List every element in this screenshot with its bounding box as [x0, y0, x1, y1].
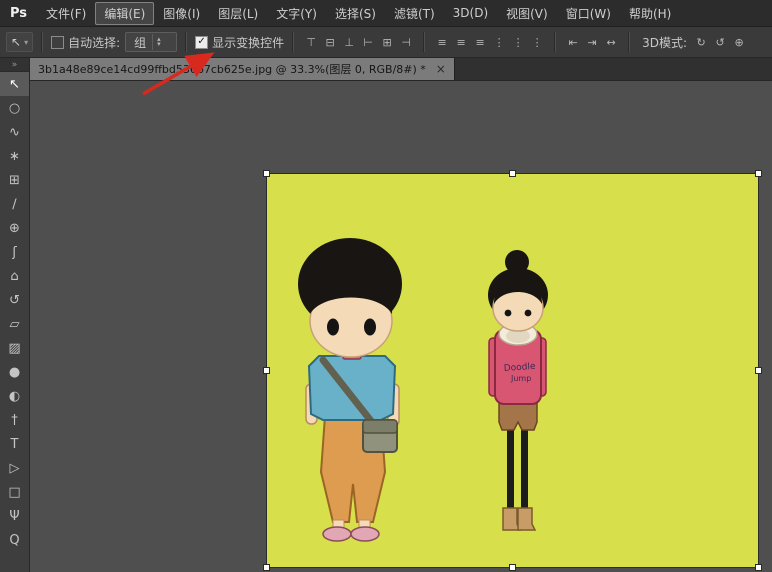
marquee-tool-button[interactable]: ○: [0, 96, 29, 120]
history-brush-tool-button[interactable]: ↺: [0, 288, 29, 312]
distribute-middle-icon[interactable]: ≡: [452, 32, 470, 52]
menu-edit[interactable]: 编辑(E): [95, 2, 154, 25]
transform-handle-top-left[interactable]: [263, 170, 270, 177]
canvas-illustration: Doodle Jump: [267, 174, 758, 567]
checkbox-checked[interactable]: ✓: [195, 36, 208, 49]
move-tool-icon: ↖: [11, 35, 21, 49]
move-tool-button[interactable]: ↖: [0, 72, 29, 96]
align-middle-icon[interactable]: ⊟: [321, 32, 339, 52]
distribute-top-icon[interactable]: ≡: [433, 32, 451, 52]
brush-tool-button[interactable]: ʃ: [0, 240, 29, 264]
healing-brush-tool-button[interactable]: ⊕: [0, 216, 29, 240]
blur-tool-button[interactable]: ●: [0, 360, 29, 384]
type-tool-button[interactable]: T: [0, 432, 29, 456]
girl-character: Doodle Jump: [488, 250, 548, 530]
3d-mode-label: 3D模式:: [642, 34, 687, 51]
clone-stamp-tool-button[interactable]: ⌂: [0, 264, 29, 288]
transform-handle-bottom-right[interactable]: [755, 564, 762, 571]
tool-palette: » ↖ ○ ∿ ∗ ⊞ ∕ ⊕ ʃ ⌂ ↺ ▱ ▨ ● ◐ † T ▷ □ Ψ …: [0, 58, 30, 572]
spacing-buttons: ⇤ ⇥ ↔: [564, 32, 620, 52]
chevron-down-icon: ▾: [24, 38, 28, 47]
document-tab-title: 3b1a48e89ce14cd99ffbd536b7cb625e.jpg @ 3…: [38, 61, 426, 77]
separator: [554, 32, 556, 52]
document-tab[interactable]: 3b1a48e89ce14cd99ffbd536b7cb625e.jpg @ 3…: [30, 58, 455, 80]
transform-handle-bottom-center[interactable]: [509, 564, 516, 571]
menu-file[interactable]: 文件(F): [37, 2, 95, 25]
separator: [628, 32, 630, 52]
menu-select[interactable]: 选择(S): [326, 2, 385, 25]
align-bottom-icon[interactable]: ⊥: [340, 32, 358, 52]
menu-image[interactable]: 图像(I): [154, 2, 209, 25]
menu-filter[interactable]: 滤镜(T): [385, 2, 444, 25]
document-tab-bar: 3b1a48e89ce14cd99ffbd536b7cb625e.jpg @ 3…: [30, 58, 772, 81]
menu-help[interactable]: 帮助(H): [620, 2, 680, 25]
align-right-icon[interactable]: ⊣: [397, 32, 415, 52]
menu-window[interactable]: 窗口(W): [557, 2, 620, 25]
distribute-left-icon[interactable]: ⋮: [490, 32, 508, 52]
transform-handle-top-right[interactable]: [755, 170, 762, 177]
eraser-tool-button[interactable]: ▱: [0, 312, 29, 336]
3d-roll-icon[interactable]: ↺: [711, 32, 729, 52]
canvas-area[interactable]: Doodle Jump: [30, 81, 772, 572]
eyedropper-tool-button[interactable]: ∕: [0, 192, 29, 216]
separator: [292, 32, 294, 52]
menu-3d[interactable]: 3D(D): [444, 3, 497, 23]
align-buttons: ⊤ ⊟ ⊥ ⊢ ⊞ ⊣: [302, 32, 415, 52]
gradient-tool-button[interactable]: ▨: [0, 336, 29, 360]
crop-tool-button[interactable]: ⊞: [0, 168, 29, 192]
align-top-icon[interactable]: ⊤: [302, 32, 320, 52]
transform-handle-bottom-left[interactable]: [263, 564, 270, 571]
3d-drag-icon[interactable]: ⊕: [730, 32, 748, 52]
align-left-icon[interactable]: ⊢: [359, 32, 377, 52]
distribute-buttons: ≡ ≡ ≡ ⋮ ⋮ ⋮: [433, 32, 546, 52]
auto-align-icon[interactable]: ⇤: [564, 32, 582, 52]
distribute-bottom-icon[interactable]: ≡: [471, 32, 489, 52]
lasso-tool-button[interactable]: ∿: [0, 120, 29, 144]
workspace: » ↖ ○ ∿ ∗ ⊞ ∕ ⊕ ʃ ⌂ ↺ ▱ ▨ ● ◐ † T ▷ □ Ψ …: [0, 58, 772, 572]
document-area: 3b1a48e89ce14cd99ffbd536b7cb625e.jpg @ 3…: [30, 58, 772, 572]
collapse-panel-icon[interactable]: »: [0, 58, 29, 72]
zoom-tool-button[interactable]: Q: [0, 528, 29, 552]
hoodie-text-line2: Jump: [510, 374, 531, 383]
distribute-right-icon[interactable]: ⋮: [528, 32, 546, 52]
quick-selection-tool-button[interactable]: ∗: [0, 144, 29, 168]
hand-tool-button[interactable]: Ψ: [0, 504, 29, 528]
auto-blend-icon[interactable]: ⇥: [583, 32, 601, 52]
photoshop-window: Ps 文件(F) 编辑(E) 图像(I) 图层(L) 文字(Y) 选择(S) 滤…: [0, 0, 772, 572]
menu-bar: Ps 文件(F) 编辑(E) 图像(I) 图层(L) 文字(Y) 选择(S) 滤…: [0, 0, 772, 27]
tool-preset-picker[interactable]: ↖ ▾: [6, 32, 33, 52]
align-center-icon[interactable]: ⊞: [378, 32, 396, 52]
menu-type[interactable]: 文字(Y): [267, 2, 326, 25]
separator: [185, 32, 187, 52]
menu-view[interactable]: 视图(V): [497, 2, 557, 25]
separator: [423, 32, 425, 52]
transform-handle-top-center[interactable]: [509, 170, 516, 177]
show-transform-checkbox[interactable]: ✓ 显示变换控件: [195, 34, 284, 51]
close-icon[interactable]: ×: [436, 62, 446, 76]
path-selection-tool-button[interactable]: ▷: [0, 456, 29, 480]
app-logo: Ps: [6, 6, 37, 21]
menu-layer[interactable]: 图层(L): [209, 2, 267, 25]
separator: [41, 32, 43, 52]
auto-select-label: 自动选择:: [68, 34, 120, 51]
distribute-spacing-icon[interactable]: ↔: [602, 32, 620, 52]
show-transform-label: 显示变换控件: [212, 34, 284, 51]
3d-rotate-icon[interactable]: ↻: [692, 32, 710, 52]
shape-tool-button[interactable]: □: [0, 480, 29, 504]
3d-mode-buttons: ↻ ↺ ⊕: [692, 32, 748, 52]
spinner-arrows-icon[interactable]: ▴ ▾: [152, 34, 161, 50]
options-bar: ↖ ▾ 自动选择: 组 ▴ ▾ ✓ 显示变换控件 ⊤ ⊟ ⊥ ⊢: [0, 27, 772, 58]
group-select-value: 组: [134, 34, 146, 51]
transform-bounding-box[interactable]: Doodle Jump: [267, 174, 758, 567]
distribute-center-icon[interactable]: ⋮: [509, 32, 527, 52]
group-select-dropdown[interactable]: 组 ▴ ▾: [125, 32, 177, 52]
transform-handle-middle-left[interactable]: [263, 367, 270, 374]
auto-select-checkbox[interactable]: 自动选择:: [51, 34, 120, 51]
dodge-tool-button[interactable]: ◐: [0, 384, 29, 408]
pen-tool-button[interactable]: †: [0, 408, 29, 432]
checkbox-box[interactable]: [51, 36, 64, 49]
transform-handle-middle-right[interactable]: [755, 367, 762, 374]
boy-character: [298, 238, 402, 541]
